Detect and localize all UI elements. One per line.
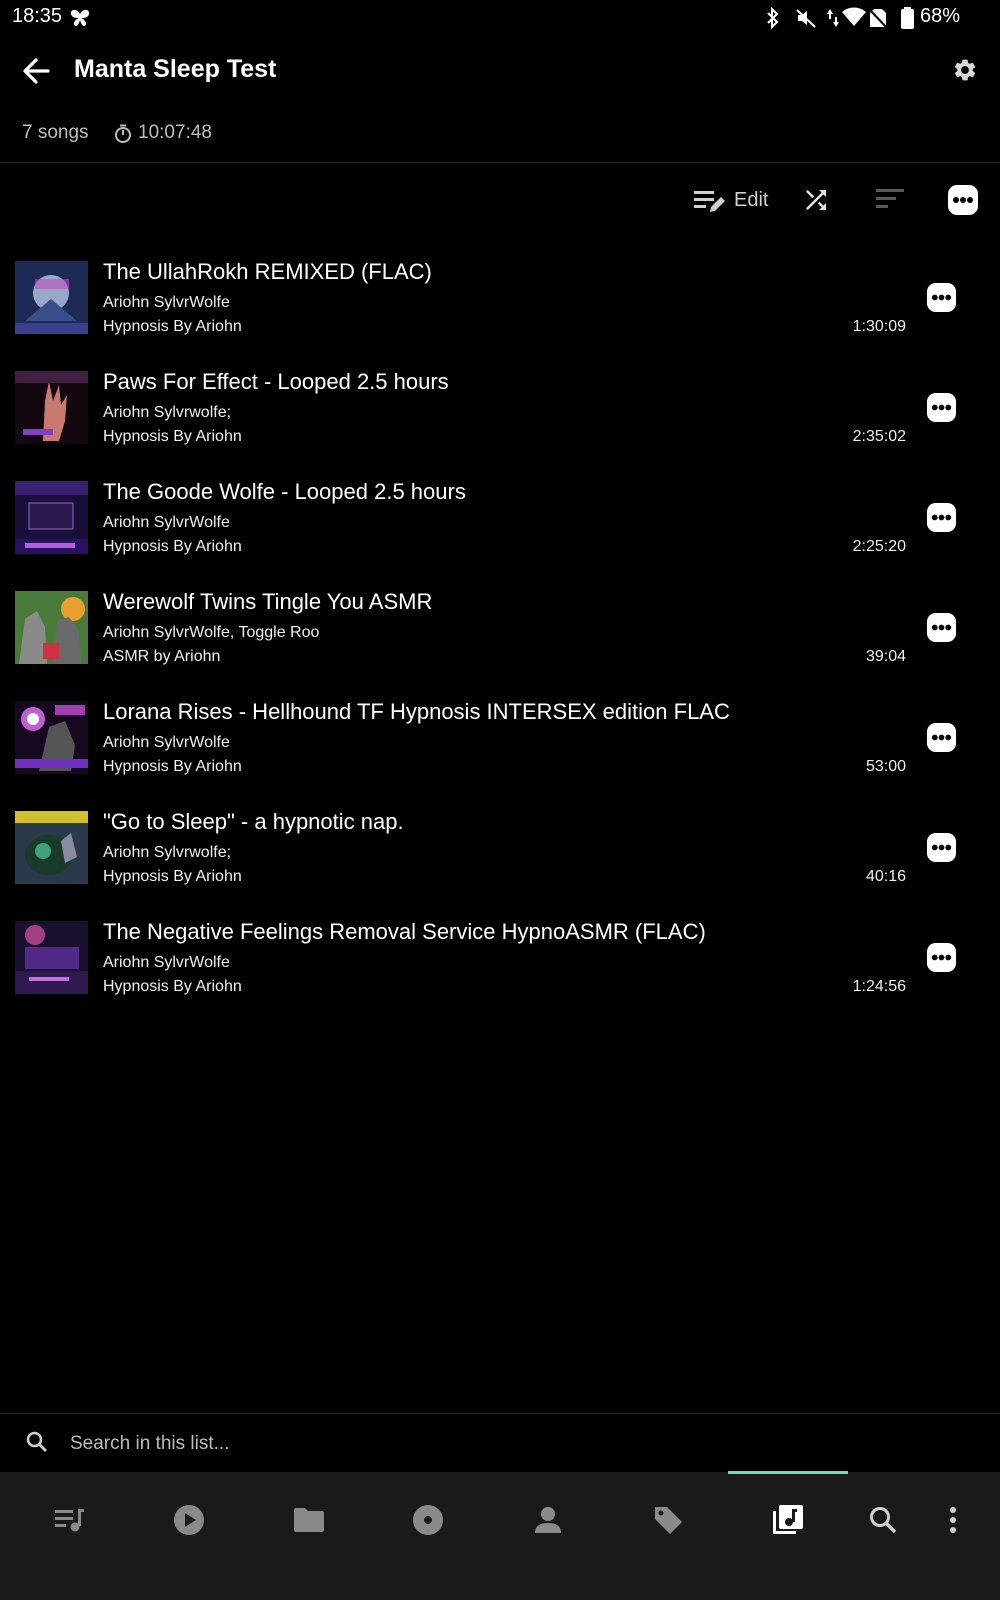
song-title: Lorana Rises - Hellhound TF Hypnosis INT… xyxy=(103,699,730,724)
battery-icon xyxy=(901,7,914,29)
song-title: The Negative Feelings Removal Service Hy… xyxy=(103,919,706,944)
no-sim-icon xyxy=(868,8,888,29)
status-time: 18:35 xyxy=(12,5,63,27)
album-art xyxy=(15,371,88,444)
nav-albums-button[interactable] xyxy=(403,1500,453,1540)
back-arrow-icon[interactable] xyxy=(20,55,52,87)
queue-icon xyxy=(55,1509,84,1532)
song-artist: Ariohn SylvrWolfe, Toggle Roo xyxy=(103,624,320,641)
song-more-icon[interactable] xyxy=(926,722,957,753)
playlist-icon xyxy=(773,1505,803,1534)
song-row[interactable]: "Go to Sleep" - a hypnotic nap. Ariohn S… xyxy=(0,809,1000,919)
nav-playlists-button[interactable] xyxy=(763,1500,813,1540)
song-album: Hypnosis By Ariohn xyxy=(103,318,242,335)
bluetooth-icon xyxy=(767,7,779,29)
song-duration: 2:25:20 xyxy=(852,538,906,555)
song-duration: 1:24:56 xyxy=(852,978,906,995)
edit-list-icon xyxy=(694,191,725,212)
song-artist: Ariohn SylvrWolfe xyxy=(103,514,230,531)
song-row[interactable]: The UllahRokh REMIXED (FLAC) Ariohn Sylv… xyxy=(0,259,1000,369)
header-divider xyxy=(0,162,1000,163)
album-art xyxy=(15,591,88,664)
song-title: Werewolf Twins Tingle You ASMR xyxy=(103,589,433,614)
butterfly-icon xyxy=(70,9,90,27)
song-more-icon[interactable] xyxy=(926,942,957,973)
song-artist: Ariohn Sylvrwolfe; xyxy=(103,404,232,421)
folder-icon xyxy=(294,1508,324,1532)
tag-icon xyxy=(655,1507,682,1534)
nav-more-button[interactable] xyxy=(928,1500,978,1540)
song-duration: 40:16 xyxy=(865,868,906,885)
more-vert-icon xyxy=(950,1507,956,1533)
song-row[interactable]: The Goode Wolfe - Looped 2.5 hours Arioh… xyxy=(0,479,1000,589)
song-more-icon[interactable] xyxy=(926,832,957,863)
data-arrows-icon xyxy=(827,9,839,27)
nav-folders-button[interactable] xyxy=(284,1500,334,1540)
bottom-navigation xyxy=(0,1472,1000,1600)
album-art xyxy=(15,921,88,994)
song-album: Hypnosis By Ariohn xyxy=(103,428,242,445)
album-art xyxy=(15,811,88,884)
nav-now-playing-button[interactable] xyxy=(164,1500,214,1540)
song-artist: Ariohn SylvrWolfe xyxy=(103,734,230,751)
song-artist: Ariohn SylvrWolfe xyxy=(103,294,230,311)
song-row[interactable]: The Negative Feelings Removal Service Hy… xyxy=(0,919,1000,1029)
nav-genres-button[interactable] xyxy=(643,1500,693,1540)
songs-count: 7 songs xyxy=(22,122,89,143)
song-row[interactable]: Werewolf Twins Tingle You ASMR Ariohn Sy… xyxy=(0,589,1000,699)
song-title: Paws For Effect - Looped 2.5 hours xyxy=(103,369,449,394)
wifi-icon xyxy=(842,7,866,26)
song-album: Hypnosis By Ariohn xyxy=(103,868,242,885)
album-icon xyxy=(413,1505,443,1535)
album-art xyxy=(15,481,88,554)
song-duration: 39:04 xyxy=(865,648,906,665)
timer-icon xyxy=(115,124,131,143)
battery-percentage: 68% xyxy=(919,5,960,27)
nav-search-button[interactable] xyxy=(858,1500,908,1540)
mute-icon xyxy=(796,9,816,28)
song-more-icon[interactable] xyxy=(926,502,957,533)
song-title: The UllahRokh REMIXED (FLAC) xyxy=(103,259,432,284)
song-artist: Ariohn Sylvrwolfe; xyxy=(103,844,232,861)
song-duration: 1:30:09 xyxy=(852,318,906,335)
song-row[interactable]: Paws For Effect - Looped 2.5 hours Arioh… xyxy=(0,369,1000,479)
nav-artists-button[interactable] xyxy=(523,1500,573,1540)
album-art xyxy=(15,261,88,334)
search-icon xyxy=(26,1431,47,1452)
song-album: Hypnosis By Ariohn xyxy=(103,978,242,995)
song-album: Hypnosis By Ariohn xyxy=(103,538,242,555)
more-options-icon[interactable] xyxy=(947,184,979,216)
play-icon xyxy=(174,1505,204,1535)
song-duration: 2:35:02 xyxy=(852,428,906,445)
song-more-icon[interactable] xyxy=(926,612,957,643)
search-divider xyxy=(0,1413,1000,1414)
sort-icon[interactable] xyxy=(874,186,906,212)
settings-gear-icon[interactable] xyxy=(952,57,978,83)
shuffle-icon[interactable] xyxy=(801,185,831,215)
total-duration: 10:07:48 xyxy=(138,122,212,143)
song-more-icon[interactable] xyxy=(926,282,957,313)
song-row[interactable]: Lorana Rises - Hellhound TF Hypnosis INT… xyxy=(0,699,1000,809)
search-list-input[interactable] xyxy=(68,1428,932,1460)
search-icon xyxy=(870,1507,897,1534)
song-album: Hypnosis By Ariohn xyxy=(103,758,242,775)
page-title: Manta Sleep Test xyxy=(74,55,277,83)
song-duration: 53:00 xyxy=(865,758,906,775)
edit-button-label[interactable]: Edit xyxy=(734,189,768,212)
song-artist: Ariohn SylvrWolfe xyxy=(103,954,230,971)
artist-icon xyxy=(535,1507,561,1533)
nav-queue-button[interactable] xyxy=(45,1500,95,1540)
song-album: ASMR by Ariohn xyxy=(103,648,221,665)
song-more-icon[interactable] xyxy=(926,392,957,423)
nav-active-indicator xyxy=(728,1471,848,1474)
album-art xyxy=(15,701,88,774)
song-title: "Go to Sleep" - a hypnotic nap. xyxy=(103,809,404,834)
song-title: The Goode Wolfe - Looped 2.5 hours xyxy=(103,479,466,504)
